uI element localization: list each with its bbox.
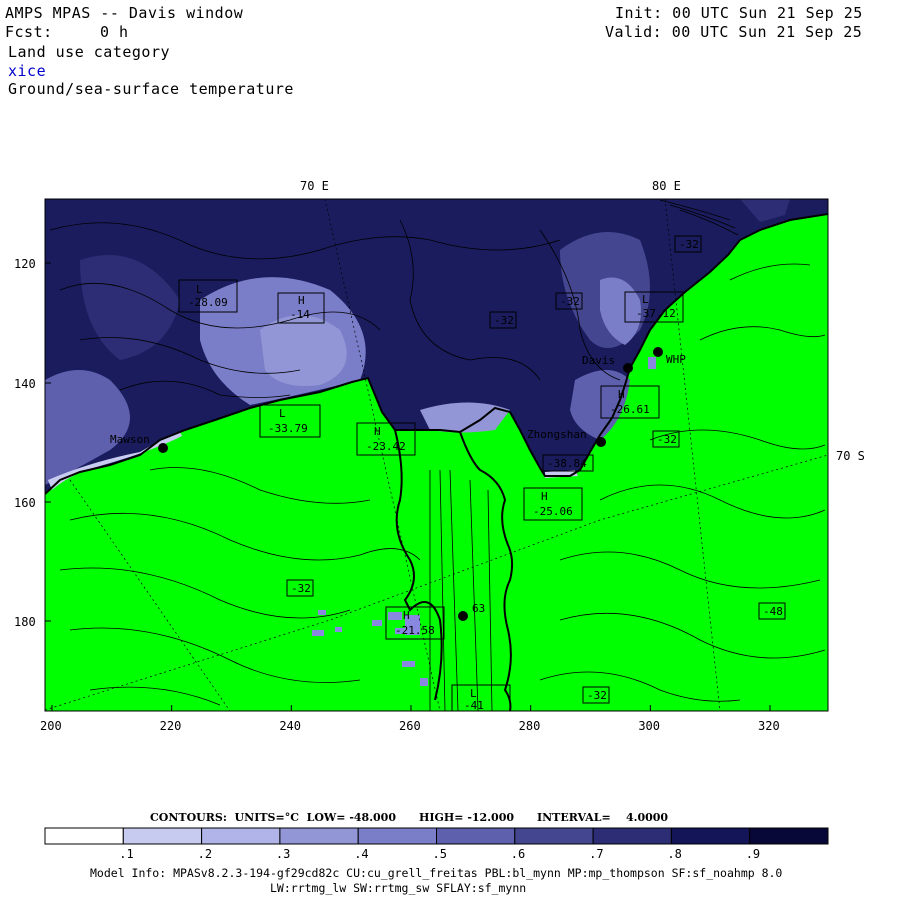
legend-bin-label: .8 bbox=[667, 847, 681, 861]
model-info-line1: Model Info: MPASv8.2.3-194-gf29cd82c CU:… bbox=[90, 866, 783, 880]
legend-bin-label: .4 bbox=[354, 847, 368, 861]
legend-swatch bbox=[749, 827, 829, 845]
legend-bin-label: .2 bbox=[198, 847, 212, 861]
legend-swatch bbox=[279, 827, 359, 845]
legend-swatch bbox=[514, 827, 594, 845]
legend-swatch bbox=[201, 827, 281, 845]
legend-swatch bbox=[44, 827, 124, 845]
legend-bin-label: .5 bbox=[433, 847, 447, 861]
legend-swatch bbox=[670, 827, 751, 845]
legend-swatch bbox=[436, 827, 516, 845]
legend-swatch bbox=[592, 827, 672, 845]
legend-swatch bbox=[122, 827, 203, 845]
legend-bin-label: .7 bbox=[589, 847, 603, 861]
legend-swatch bbox=[357, 827, 438, 845]
model-info-line2: LW:rrtmg_lw SW:rrtmg_sw SFLAY:sf_mynn bbox=[270, 881, 527, 895]
legend-bin-label: .6 bbox=[511, 847, 525, 861]
legend-bin-label: .1 bbox=[119, 847, 133, 861]
color-legend: .1 .2 .3 .4 .5 .6 .7 .8 .9 bbox=[44, 827, 829, 861]
legend-bin-label: .3 bbox=[276, 847, 290, 861]
legend-bin-label: .9 bbox=[746, 847, 760, 861]
